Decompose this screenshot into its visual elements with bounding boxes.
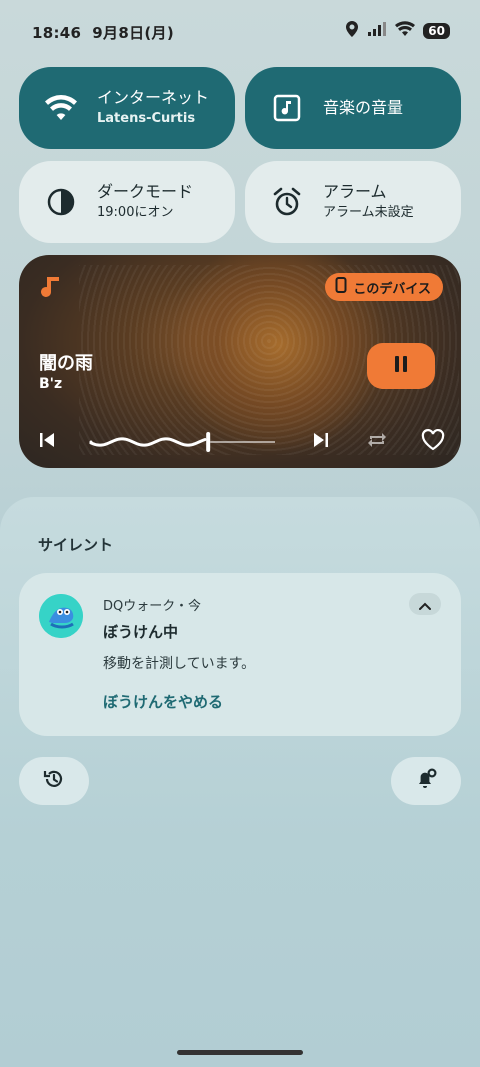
- status-date: 9月8日(月): [92, 24, 174, 42]
- next-button[interactable]: [309, 430, 333, 454]
- status-clock: 18:46 9月8日(月): [32, 22, 174, 43]
- section-title-silent: サイレント: [38, 536, 114, 554]
- media-player[interactable]: このデバイス 闇の雨 B'z: [19, 255, 461, 468]
- output-device-label: このデバイス: [353, 281, 431, 297]
- repeat-button[interactable]: [364, 430, 390, 454]
- battery-icon: 60: [423, 23, 450, 39]
- status-bar: 18:46 9月8日(月) 60: [0, 0, 480, 64]
- wifi-icon: [39, 94, 83, 122]
- tile-dark-mode[interactable]: ダークモード 19:00にオン: [19, 161, 235, 243]
- tile-dark-mode-title: ダークモード: [97, 182, 194, 201]
- pause-button[interactable]: [367, 343, 435, 389]
- notification-history-button[interactable]: [19, 757, 89, 805]
- pause-icon: [393, 355, 409, 377]
- notification-text: 移動を計測しています。: [103, 656, 256, 672]
- chevron-up-icon: [419, 595, 431, 614]
- tile-internet-subtitle: Latens-Curtis: [97, 111, 196, 126]
- bell-settings-icon: [414, 767, 438, 795]
- tile-internet-title: インターネット: [97, 88, 210, 107]
- skip-previous-icon: [39, 432, 55, 452]
- notification-title: ぼうけん中: [103, 623, 179, 641]
- signal-icon: [367, 21, 387, 41]
- song-title: 闇の雨: [39, 353, 93, 374]
- phone-icon: [335, 277, 347, 297]
- home-indicator[interactable]: [177, 1050, 303, 1055]
- music-app-icon: [41, 275, 61, 303]
- location-icon: [345, 20, 359, 42]
- notification-settings-button[interactable]: [391, 757, 461, 805]
- previous-button[interactable]: [35, 430, 59, 454]
- repeat-icon: [366, 430, 388, 454]
- tile-alarm-subtitle: アラーム未設定: [323, 205, 414, 220]
- tile-dark-mode-subtitle: 19:00にオン: [97, 205, 174, 220]
- skip-next-icon: [313, 432, 329, 452]
- status-time: 18:46: [32, 24, 82, 42]
- notification-app-name: DQウォーク・今: [103, 599, 201, 614]
- seek-bar[interactable]: [89, 429, 279, 455]
- seek-bar-played: [89, 437, 207, 447]
- tile-alarm-title: アラーム: [323, 182, 387, 201]
- tile-music-volume[interactable]: 音楽の音量: [245, 67, 461, 149]
- collapse-button[interactable]: [409, 593, 441, 615]
- wifi-status-icon: [395, 21, 416, 41]
- notification-card[interactable]: DQウォーク・今 ぼうけん中 移動を計測しています。 ぼうけんをやめる: [19, 573, 461, 736]
- alarm-icon: [265, 186, 309, 218]
- output-device-chip[interactable]: このデバイス: [325, 273, 443, 301]
- tile-music-volume-title: 音楽の音量: [323, 98, 404, 117]
- like-button[interactable]: [419, 429, 447, 455]
- tile-alarm[interactable]: アラーム アラーム未設定: [245, 161, 461, 243]
- history-icon: [43, 768, 65, 794]
- status-icons: 60: [345, 20, 450, 42]
- tile-internet[interactable]: インターネット Latens-Curtis: [19, 67, 235, 149]
- stop-adventure-button[interactable]: ぼうけんをやめる: [103, 691, 223, 712]
- dark-mode-icon: [39, 187, 83, 217]
- heart-icon: [421, 429, 445, 455]
- song-artist: B'z: [39, 376, 63, 392]
- seek-bar-thumb: [206, 432, 211, 452]
- music-note-icon: [265, 94, 309, 122]
- dq-walk-app-icon: [39, 594, 83, 638]
